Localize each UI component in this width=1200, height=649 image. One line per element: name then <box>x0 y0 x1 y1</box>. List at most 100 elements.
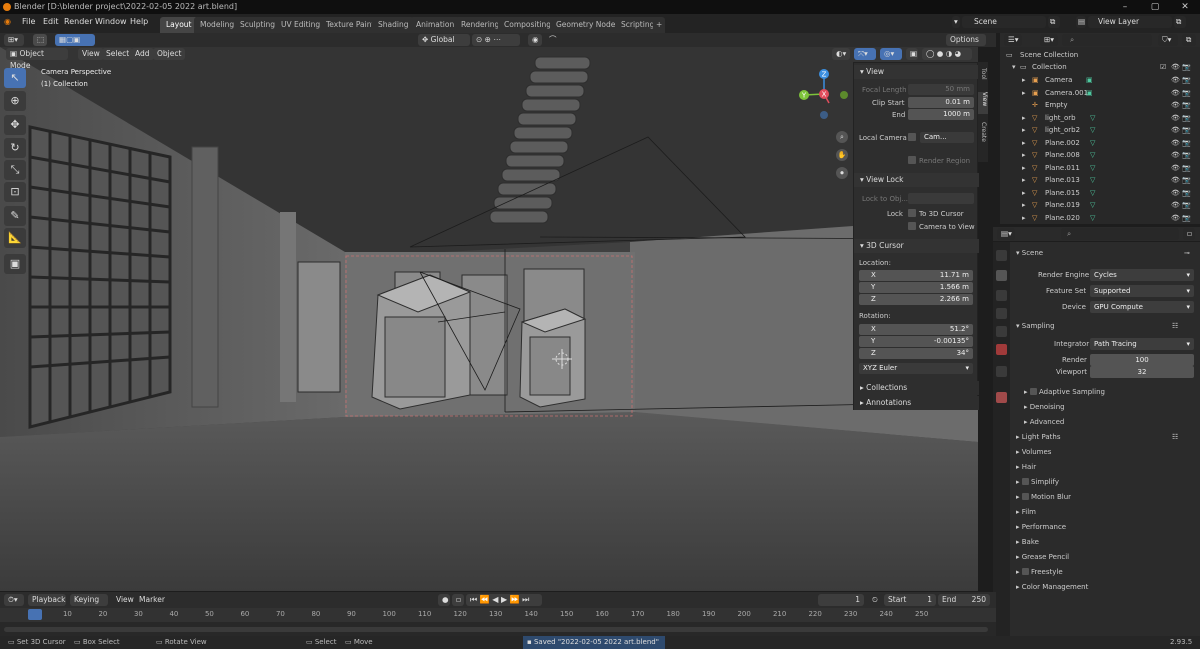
editor-type-icon[interactable]: ⊞▾ <box>4 34 24 46</box>
transform-tool-icon[interactable]: ⊡ <box>4 182 26 202</box>
texture-tab-icon[interactable] <box>996 392 1007 403</box>
mesh-data-icon[interactable]: ▽ <box>1090 112 1095 124</box>
select-tool-icon[interactable]: ⬚ <box>33 34 47 46</box>
add-cube-tool-icon[interactable]: ▣ <box>4 254 26 274</box>
output-properties-tab-icon[interactable] <box>996 290 1007 301</box>
expand-icon[interactable]: ▸ <box>1022 124 1026 136</box>
expand-icon[interactable]: ▸ <box>1022 149 1026 161</box>
preview-range-icon[interactable]: ⏲ <box>868 594 880 606</box>
render-camera-icon[interactable]: 📷 <box>1182 149 1191 161</box>
eye-icon[interactable]: 👁 <box>1171 137 1180 149</box>
tab-create[interactable]: Create <box>979 122 987 142</box>
eye-icon[interactable]: 👁 <box>1171 212 1180 224</box>
local-camera-checkbox[interactable] <box>908 133 916 141</box>
camera-to-view-checkbox[interactable] <box>908 222 916 230</box>
move-tool-icon[interactable]: ✥ <box>4 115 26 135</box>
cursor-location-y[interactable]: Y 1.566 m <box>859 282 973 293</box>
rotate-tool-icon[interactable]: ↻ <box>4 138 26 158</box>
properties-editor-icon[interactable]: ▤▾ <box>997 228 1015 240</box>
xray-icon[interactable]: ▣ <box>906 48 918 60</box>
options-button[interactable]: Options <box>946 34 986 46</box>
tab-sculpting[interactable]: Sculpting <box>234 17 282 33</box>
eye-icon[interactable]: 👁 <box>1171 187 1180 199</box>
outliner-item[interactable]: ▸ ▽ Plane.015 ▽ 👁 📷 <box>1000 187 1200 200</box>
sampling-presets-icon[interactable]: ☷ <box>1172 320 1178 333</box>
transform-orientation[interactable]: ✥ Global <box>418 34 470 46</box>
expand-icon[interactable]: ▸ <box>1022 212 1026 224</box>
new-view-layer-icon[interactable]: ⧉ <box>1174 16 1186 28</box>
properties-panel-light-paths[interactable]: ▸ Light Paths ☷ <box>1016 431 1196 444</box>
outliner-item[interactable]: ▸ ▽ Plane.008 ▽ 👁 📷 <box>1000 149 1200 162</box>
render-camera-icon[interactable]: 📷 <box>1182 112 1191 124</box>
render-camera-icon[interactable]: 📷 <box>1182 99 1191 111</box>
new-scene-icon[interactable]: ⧉ <box>1048 16 1060 28</box>
timeline-editor-icon[interactable]: ⏱▾ <box>4 594 24 606</box>
collection-tab-icon[interactable] <box>996 366 1007 377</box>
pin-icon[interactable]: ▫ <box>1183 228 1195 240</box>
cursor-tool-icon[interactable]: ⊕ <box>4 91 26 111</box>
properties-panel-volumes[interactable]: ▸ Volumes <box>1016 446 1196 459</box>
properties-panel-freestyle[interactable]: ▸ Freestyle <box>1016 566 1196 579</box>
outliner-item[interactable]: ▸ ▣ Camera.001 ▣ 👁 📷 <box>1000 87 1200 100</box>
render-camera-icon[interactable]: 📷 <box>1182 137 1191 149</box>
view-layer-selector[interactable]: View Layer <box>1088 16 1172 28</box>
integrator-dropdown[interactable]: Path Tracing ▾ <box>1090 338 1194 350</box>
mesh-data-icon[interactable]: ▽ <box>1090 187 1095 199</box>
minimize-icon[interactable]: – <box>1110 0 1140 14</box>
render-camera-icon[interactable]: 📷 <box>1182 212 1191 224</box>
render-camera-icon[interactable]: 📷 <box>1182 199 1191 211</box>
panel-enable-checkbox[interactable] <box>1021 568 1029 575</box>
3d-cursor-header[interactable]: ▾ 3D Cursor <box>854 239 979 253</box>
tab-uv-editing[interactable]: UV Editing <box>275 17 327 33</box>
render-camera-icon[interactable]: 📷 <box>1182 74 1191 86</box>
expand-icon[interactable]: ▸ <box>1022 87 1026 99</box>
playback-controls[interactable]: ⏮ ⏪ ◀ ▶ ⏩ ⏭ <box>466 594 542 606</box>
outliner-editor-icon[interactable]: ☰▾ <box>1004 34 1022 46</box>
maximize-icon[interactable]: ▢ <box>1140 0 1170 14</box>
timeline-scrollbar[interactable] <box>4 627 988 632</box>
mesh-data-icon[interactable]: ▽ <box>1090 199 1095 211</box>
view-layer-icon[interactable]: ▤ <box>1076 16 1086 28</box>
tab-view[interactable]: View <box>978 92 988 114</box>
panel-presets-icon[interactable]: ☷ <box>1172 431 1178 444</box>
render-camera-icon[interactable]: 📷 <box>1182 61 1191 73</box>
render-samples-field[interactable]: 100 <box>1090 354 1194 366</box>
menu-render[interactable]: Render <box>64 17 92 26</box>
denoising-row[interactable]: ▸ Denoising <box>1024 401 1065 414</box>
eye-icon[interactable]: 👁 <box>1171 124 1180 136</box>
tab-animation[interactable]: Animation <box>410 17 461 33</box>
cursor-location-z[interactable]: Z 2.266 m <box>859 294 973 305</box>
view-lock-header[interactable]: ▾ View Lock <box>854 173 979 187</box>
start-frame-field[interactable]: Start 1 <box>884 594 936 606</box>
eye-icon[interactable]: 👁 <box>1171 87 1180 99</box>
menu-select[interactable]: Select <box>102 48 134 60</box>
visibility-icon[interactable]: ◐▾ <box>832 48 850 60</box>
outliner-item[interactable]: ▸ ▽ Plane.011 ▽ 👁 📷 <box>1000 162 1200 175</box>
timeline-body[interactable] <box>0 622 996 636</box>
panel-enable-checkbox[interactable] <box>1021 493 1029 500</box>
properties-panel-grease-pencil[interactable]: ▸ Grease Pencil <box>1016 551 1196 564</box>
cursor-rotation-z[interactable]: Z 34° <box>859 348 973 359</box>
expand-icon[interactable]: ▸ <box>1022 137 1026 149</box>
tab-shading[interactable]: Shading <box>372 17 415 33</box>
outliner-item[interactable]: ▸ ▽ Plane.002 ▽ 👁 📷 <box>1000 137 1200 150</box>
tab-layout[interactable]: Layout <box>160 17 198 33</box>
expand-icon[interactable]: ▸ <box>1022 112 1026 124</box>
eye-icon[interactable]: 👁 <box>1171 149 1180 161</box>
current-frame-field[interactable]: 1 <box>818 594 864 606</box>
select-mode-icon[interactable]: ▦▢▣ <box>55 34 95 46</box>
to-3d-cursor-checkbox[interactable] <box>908 209 916 217</box>
annotations-header[interactable]: ▸ Annotations <box>854 396 979 410</box>
cursor-location-x[interactable]: X 11.71 m <box>859 270 973 281</box>
outliner-item[interactable]: ✛ Empty 👁 📷 <box>1000 99 1200 112</box>
measure-tool-icon[interactable]: 📐 <box>4 228 26 248</box>
render-region-checkbox[interactable] <box>908 156 916 164</box>
collections-header[interactable]: ▸ Collections <box>854 381 979 395</box>
proportional-edit-icon[interactable]: ◉ <box>528 34 542 46</box>
render-camera-icon[interactable]: 📷 <box>1182 87 1191 99</box>
properties-panel-bake[interactable]: ▸ Bake <box>1016 536 1196 549</box>
menu-object[interactable]: Object <box>153 48 186 60</box>
view-panel-header[interactable]: ▾ View <box>854 65 979 79</box>
eye-icon[interactable]: 👁 <box>1171 61 1180 73</box>
tab-tool[interactable]: Tool <box>979 68 987 80</box>
